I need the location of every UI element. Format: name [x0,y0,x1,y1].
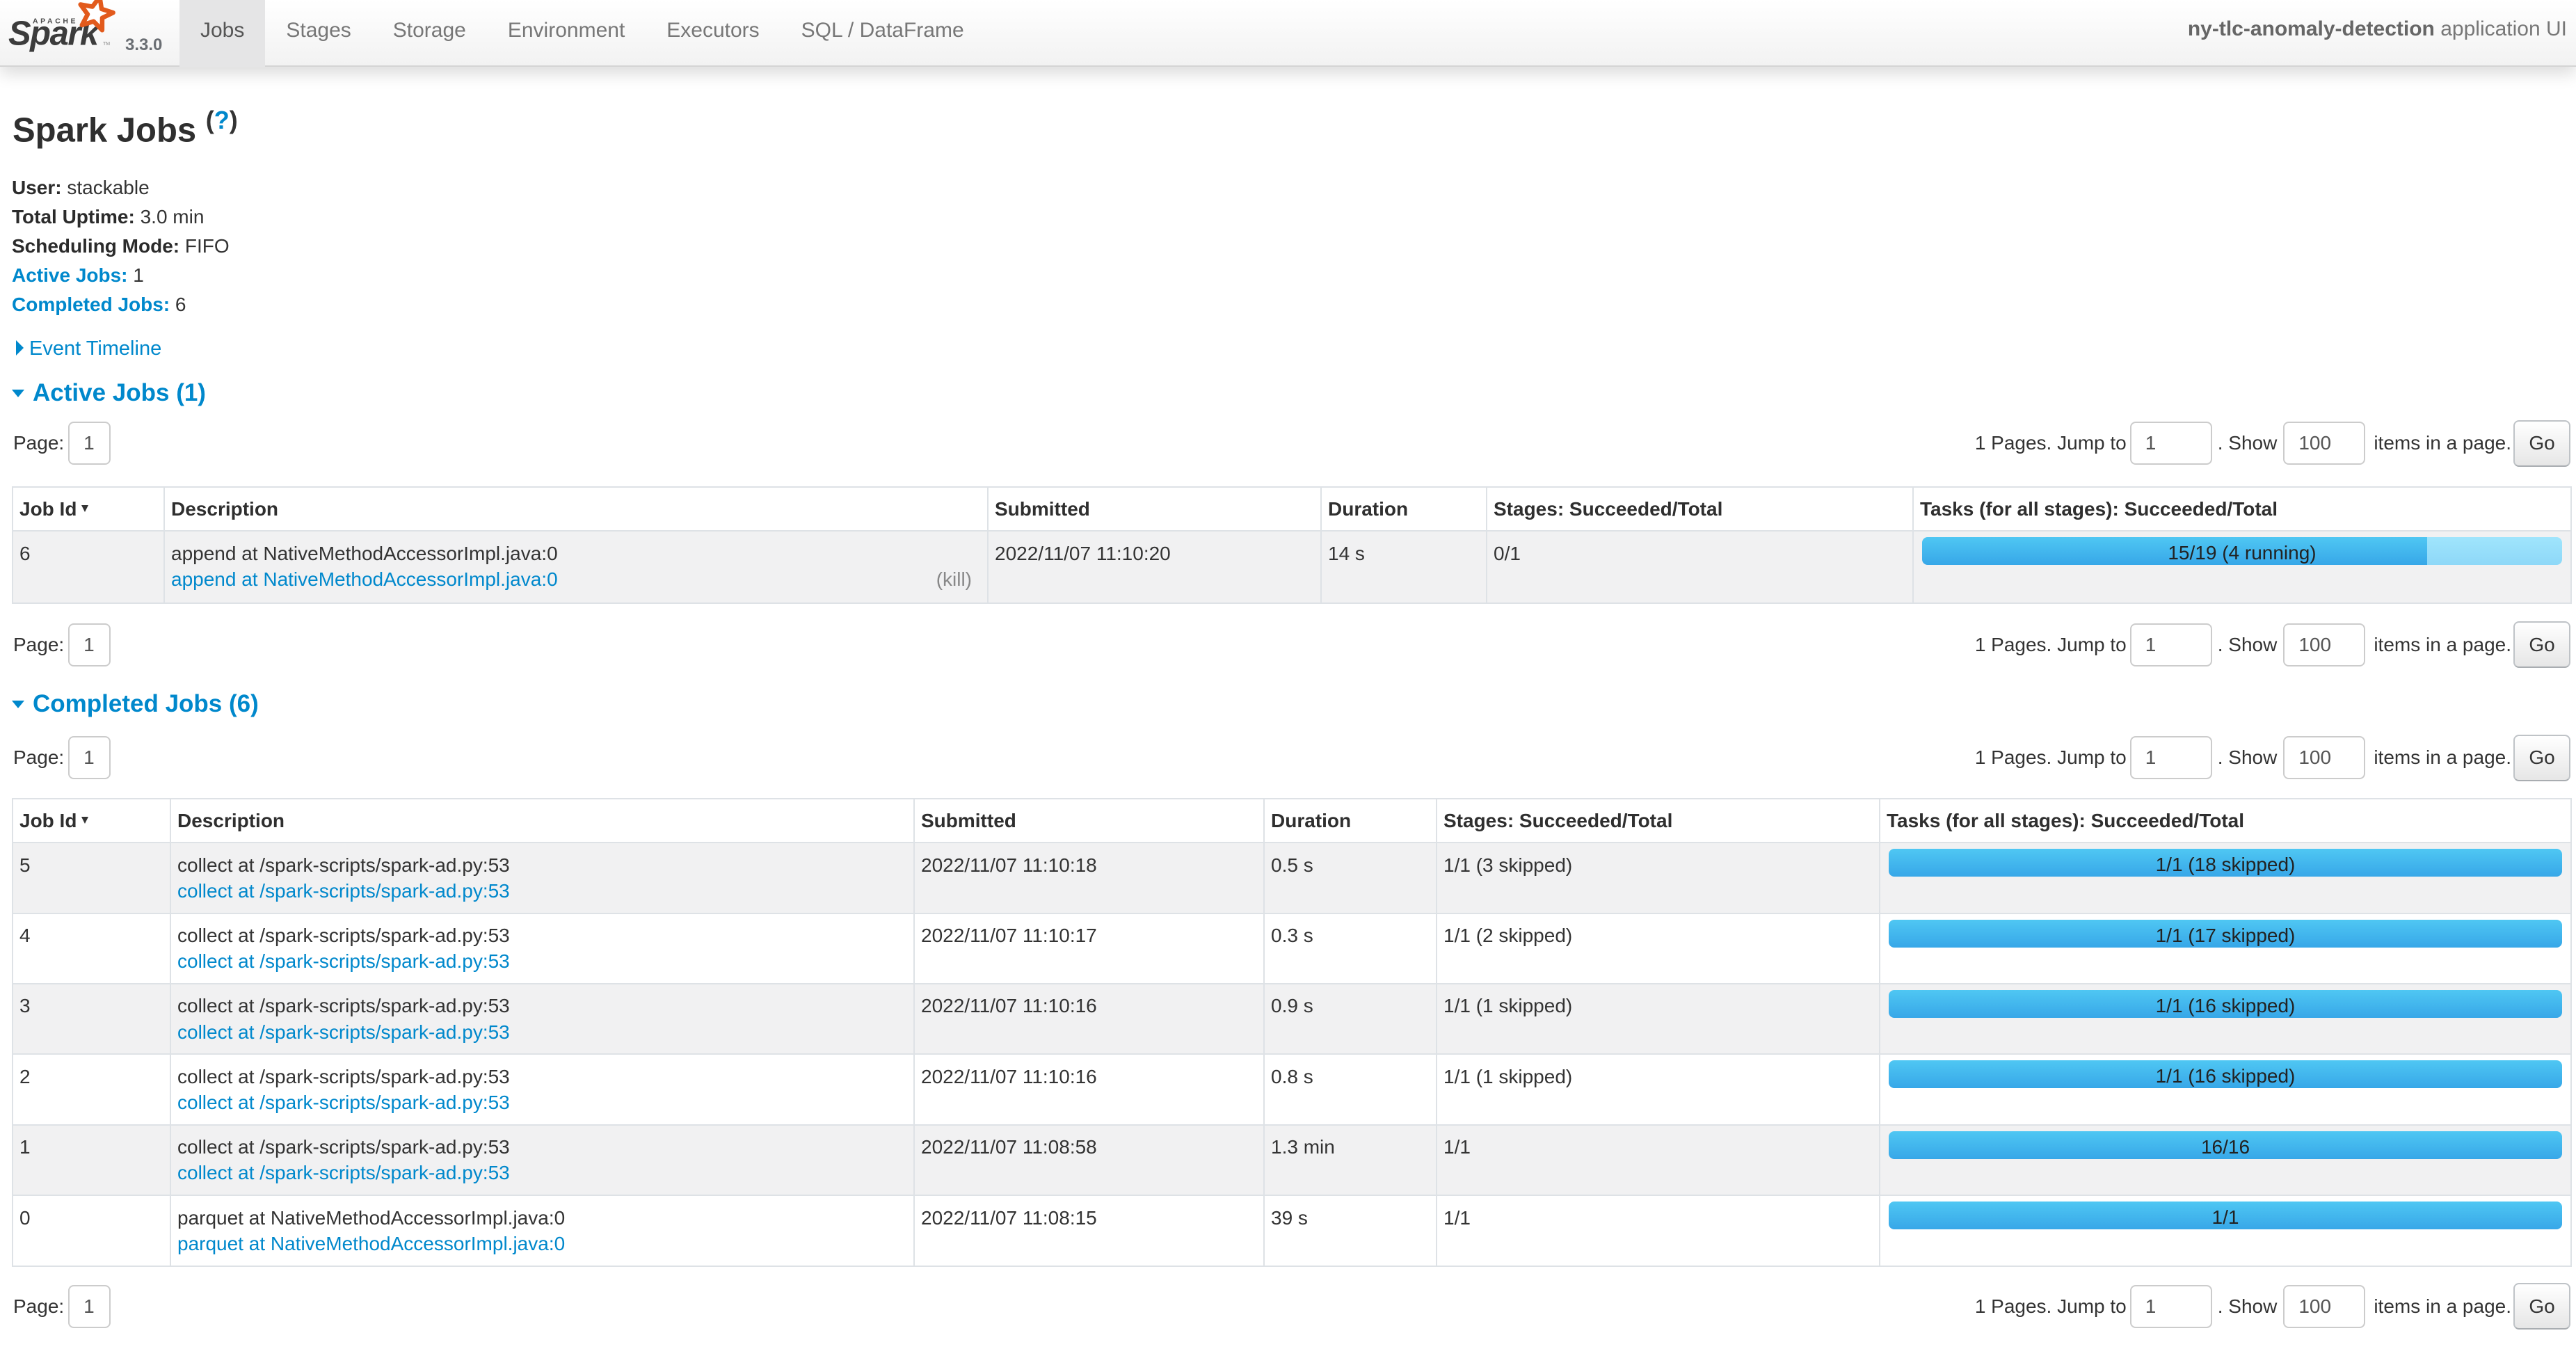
svg-text:TM: TM [103,42,110,47]
